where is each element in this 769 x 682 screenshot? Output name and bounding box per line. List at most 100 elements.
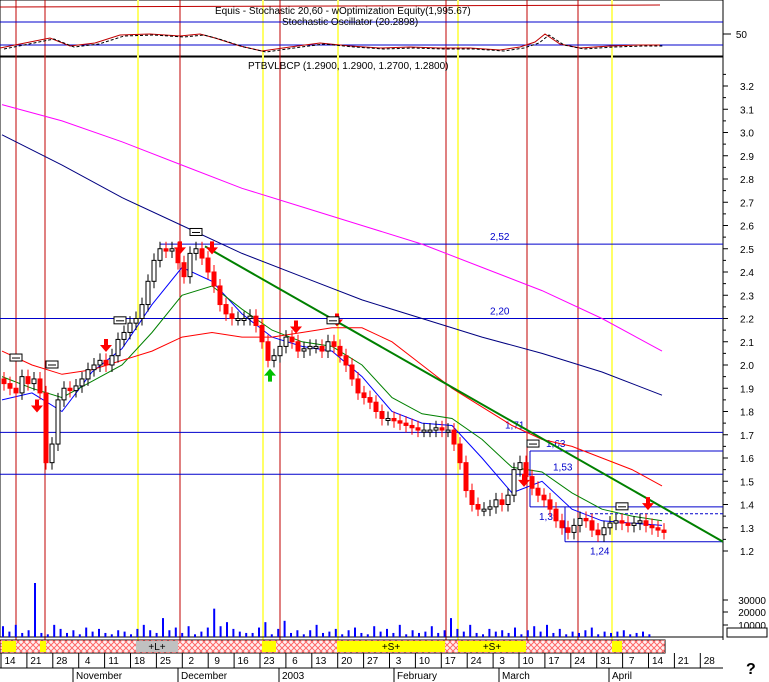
date-axis-label: 13	[315, 656, 327, 667]
fib-level-label: 2,52	[490, 232, 510, 243]
candle-body	[379, 411, 385, 419]
period-segment	[2, 641, 16, 652]
candle-body	[445, 429, 451, 433]
period-segment	[612, 641, 622, 652]
candle-body	[67, 387, 73, 392]
candle-body	[163, 248, 169, 252]
candle-body	[619, 520, 625, 524]
date-axis-label: 6	[292, 656, 298, 667]
candle-body	[331, 341, 337, 347]
price-axis-label: 1.5	[740, 477, 754, 488]
stochastic-d-line	[3, 34, 664, 53]
candle-body	[541, 494, 547, 501]
candle-body	[349, 364, 355, 380]
candle-body	[589, 520, 595, 531]
candle-body	[151, 259, 157, 282]
candle-body	[355, 378, 361, 394]
candle-body	[25, 376, 31, 385]
candle-body	[409, 424, 415, 429]
help-icon[interactable]: ?	[746, 661, 756, 678]
candle-body	[637, 520, 643, 524]
period-segment-label: +S+	[483, 642, 502, 653]
price-axis-label: 2.8	[740, 175, 754, 186]
period-segment-label: +S+	[382, 642, 401, 653]
candle-body	[325, 341, 331, 352]
candle-body	[169, 248, 175, 252]
candle-body	[367, 397, 373, 403]
candle-body	[469, 490, 475, 505]
date-axis-label: 17	[548, 656, 560, 667]
candle-body	[487, 506, 493, 510]
date-axis-label: 25	[160, 656, 172, 667]
price-axis-label: 1.6	[740, 454, 754, 465]
candle-body	[643, 520, 649, 526]
candle-body	[145, 280, 151, 306]
oscillator-title: Stochastic Oscillator (20.2898)	[282, 17, 418, 28]
date-axis-label: 4	[85, 656, 91, 667]
candle-body	[535, 487, 541, 496]
candle-body	[259, 324, 265, 343]
candle-body	[649, 524, 655, 529]
date-axis-label: 17	[445, 656, 457, 667]
price-axis-label: 1.3	[740, 524, 754, 535]
date-axis-label: 7	[629, 656, 635, 667]
candle-body	[613, 520, 619, 524]
candle-body	[295, 341, 301, 352]
candle-body	[229, 313, 235, 320]
price-axis-label: 2.7	[740, 198, 754, 209]
candle-body	[565, 527, 571, 533]
oscillator-level-label: 50	[736, 30, 748, 41]
candle-body	[583, 517, 589, 522]
candle-body	[7, 383, 13, 389]
sell-arrow-icon	[100, 339, 112, 353]
candle-body	[31, 378, 37, 385]
candle-body	[217, 285, 223, 306]
candle-body	[415, 427, 421, 431]
candle-body	[499, 499, 505, 506]
volume-axis-label: 30000	[738, 596, 766, 607]
date-axis-label: 10	[419, 656, 431, 667]
candle-body	[91, 364, 97, 371]
date-axis-label: 18	[134, 656, 146, 667]
date-axis-label: 16	[238, 656, 250, 667]
candle-body	[493, 499, 499, 508]
candle-body	[271, 355, 277, 361]
sell-arrow-icon	[31, 399, 43, 413]
candle-body	[403, 422, 409, 426]
candle-body	[193, 248, 199, 254]
candle-body	[319, 345, 325, 352]
candle-body	[133, 318, 139, 324]
chart-canvas: 2,522,201,711,631,531,391,24 3.23.13.02.…	[0, 0, 768, 682]
candle-body	[73, 385, 79, 392]
date-axis-label: 3	[499, 656, 505, 667]
month-label: April	[612, 671, 632, 682]
candle-body	[307, 345, 313, 350]
candle-body	[391, 417, 397, 422]
candle-body	[631, 522, 637, 526]
candle-body	[397, 420, 403, 424]
candle-body	[37, 378, 43, 394]
candle-body	[625, 522, 631, 526]
candle-body	[211, 271, 217, 287]
candle-body	[547, 499, 553, 510]
price-title: PTBVLBCP (1.2900, 1.2900, 1.2700, 1.2800…	[248, 61, 449, 72]
period-strip-hatch	[0, 640, 665, 653]
candle-body	[43, 392, 49, 464]
candle-body	[205, 257, 211, 273]
price-axis-label: 2.9	[740, 152, 754, 163]
candle-body	[373, 401, 379, 413]
moving-averages	[1, 104, 724, 543]
candle-body	[457, 443, 463, 464]
candle-body	[127, 322, 133, 333]
month-label: December	[181, 671, 228, 682]
date-axis-label: 31	[600, 656, 612, 667]
candle-body	[79, 378, 85, 387]
candle-body	[265, 341, 271, 361]
date-axis-label: 24	[471, 656, 483, 667]
period-strip: +L+ +S+ +S+	[0, 639, 666, 654]
month-label: March	[502, 671, 530, 682]
date-axis-label: 3	[396, 656, 402, 667]
candle-body	[439, 427, 445, 431]
candle-body	[49, 443, 55, 464]
candle-body	[559, 520, 565, 529]
